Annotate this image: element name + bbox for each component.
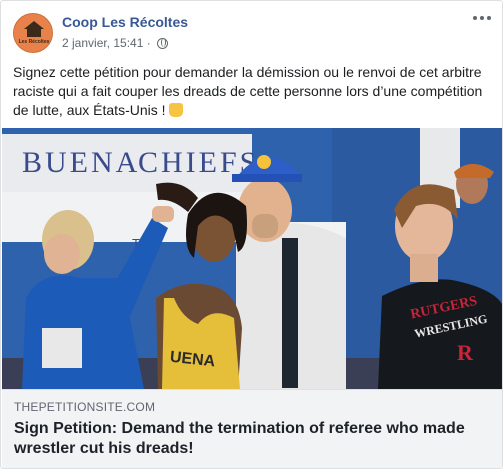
logo-roof xyxy=(24,21,44,29)
post-meta: 2 janvier, 15:41 · xyxy=(62,36,169,50)
post-card: Les Récoltes Coop Les Récoltes 2 janvier… xyxy=(0,0,503,469)
post-message: Signez cette pétition pour demander la d… xyxy=(13,63,493,120)
more-options-icon[interactable] xyxy=(472,11,492,25)
link-preview-image[interactable]: BUENA CHIEFS Tin UENA xyxy=(2,128,502,389)
globe-icon[interactable] xyxy=(157,38,169,49)
photo-scene: BUENA CHIEFS Tin UENA xyxy=(2,128,502,389)
post-timestamp[interactable]: 2 janvier, 15:41 xyxy=(62,36,143,50)
link-title[interactable]: Sign Petition: Demand the termination of… xyxy=(14,419,484,459)
logo-house xyxy=(27,29,41,37)
page-name-link[interactable]: Coop Les Récoltes xyxy=(62,14,188,30)
page-avatar[interactable]: Les Récoltes xyxy=(13,13,53,53)
post-header: Les Récoltes Coop Les Récoltes 2 janvier… xyxy=(1,1,502,57)
link-domain: THEPETITIONSITE.COM xyxy=(14,400,156,414)
link-preview[interactable]: THEPETITIONSITE.COM Sign Petition: Deman… xyxy=(2,389,502,468)
logo-text: Les Récoltes xyxy=(18,39,50,45)
banner-buena: BUENA xyxy=(22,146,140,179)
shirt-logo: R xyxy=(457,340,474,365)
meta-separator: · xyxy=(146,36,151,50)
raised-fist-icon xyxy=(169,103,184,117)
post-message-text: Signez cette pétition pour demander la d… xyxy=(13,64,483,118)
